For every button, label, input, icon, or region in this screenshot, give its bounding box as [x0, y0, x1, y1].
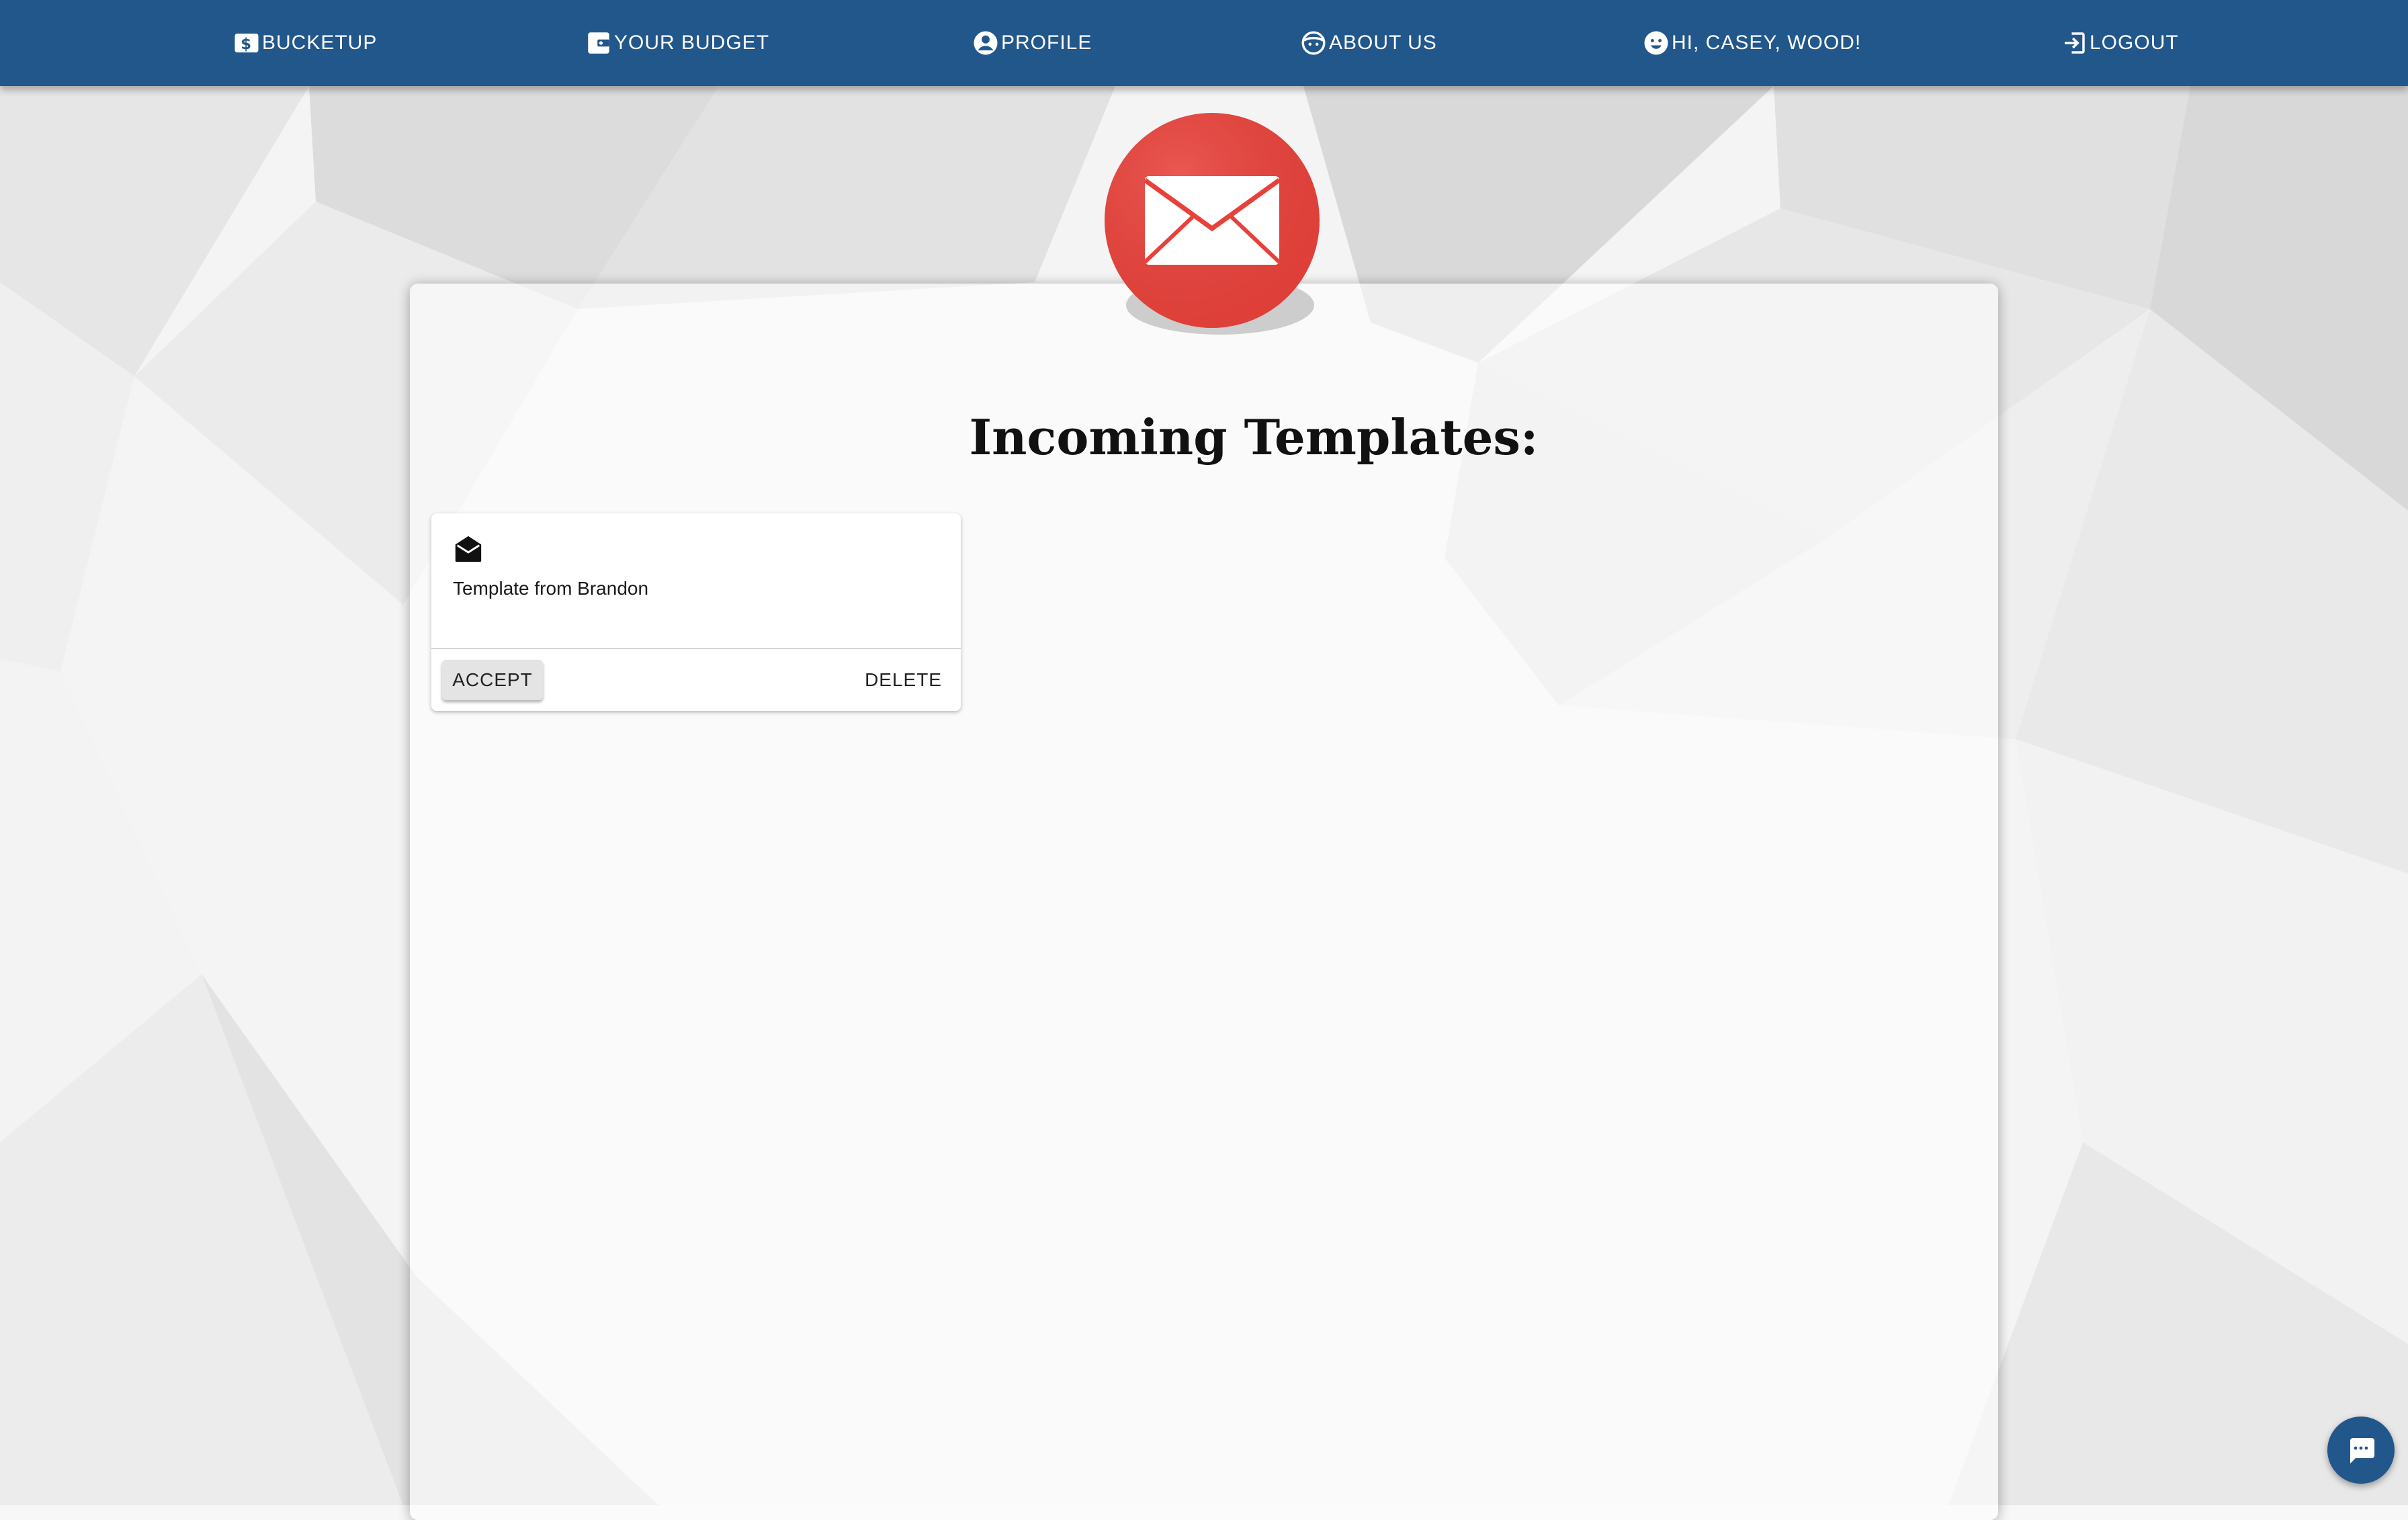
nav-logout-label: LOGOUT: [2090, 32, 2179, 54]
chat-bubble-icon: [2350, 1438, 2374, 1464]
top-navbar: $ BUCKETUP YOUR BUDGET PROFILE ABOUT US: [0, 0, 2408, 86]
nav-greeting-label: HI, CASEY, WOOD!: [1672, 32, 1862, 54]
nav-brand-bucketup[interactable]: $ BUCKETUP: [232, 0, 377, 86]
card-divider: [431, 648, 961, 649]
nav-user-greeting[interactable]: HI, CASEY, WOOD!: [1642, 0, 1861, 86]
account-circle-icon: [974, 31, 998, 55]
logout-icon: [2065, 32, 2085, 54]
nav-your-budget[interactable]: YOUR BUDGET: [585, 0, 769, 86]
template-title: Template from Brandon: [453, 578, 649, 599]
svg-text:$: $: [241, 36, 253, 53]
nav-about-label: ABOUT US: [1329, 32, 1437, 54]
nav-profile[interactable]: PROFILE: [972, 0, 1092, 86]
delete-button[interactable]: DELETE: [865, 660, 942, 700]
dollar-bill-icon: $: [234, 34, 259, 53]
chat-button[interactable]: [2327, 1417, 2395, 1484]
face-icon: [1301, 31, 1326, 55]
nav-about-us[interactable]: ABOUT US: [1299, 0, 1437, 86]
open-mail-icon: [455, 536, 482, 562]
nav-logout[interactable]: LOGOUT: [2060, 0, 2179, 86]
wallet-icon: [588, 32, 609, 54]
mail-envelope-icon: [1105, 113, 1320, 335]
nav-budget-label: YOUR BUDGET: [614, 32, 770, 54]
accept-button[interactable]: ACCEPT: [442, 660, 543, 700]
smiley-icon: [1644, 31, 1668, 55]
page-title: Incoming Templates:: [969, 409, 1539, 466]
template-card: Template from Brandon ACCEPT DELETE: [431, 513, 961, 711]
nav-brand-label: BUCKETUP: [262, 32, 378, 54]
nav-profile-label: PROFILE: [1001, 32, 1092, 54]
